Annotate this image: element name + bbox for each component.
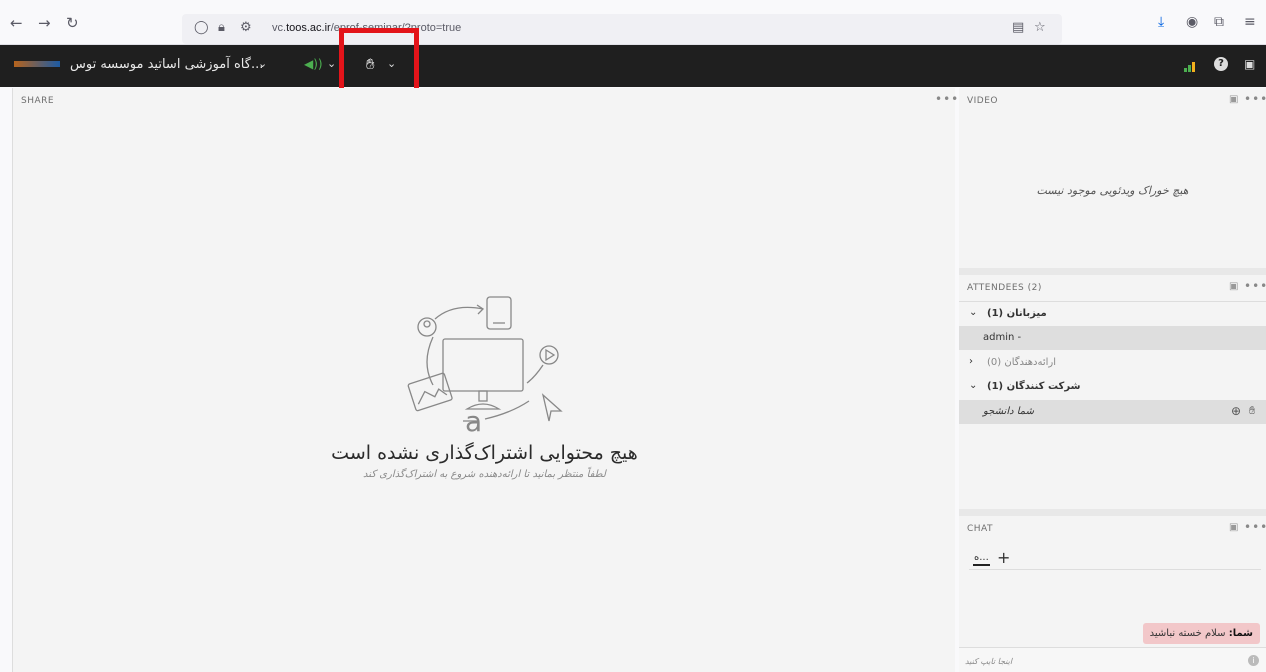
video-pod: VIDEO ▣ ••• هیچ خوراک ویدئویی موجود نیست — [959, 88, 1266, 268]
attendee-group-hosts[interactable]: ⌄ میزبانان (1) — [959, 301, 1266, 325]
more-options-icon[interactable]: ••• — [1244, 92, 1266, 106]
add-tab-icon[interactable]: + — [997, 548, 1010, 567]
connection-signal-icon[interactable] — [1184, 58, 1198, 72]
message-text: سلام خسته نباشید — [1149, 628, 1229, 639]
group-label: ارائه‌دهندگان (0) — [987, 357, 1057, 368]
browser-toolbar: ← → ↻ ◯ 🔒︎ ⚙ vc.toos.ac.ir/eprof-seminar… — [0, 0, 1266, 45]
more-options-icon[interactable]: ••• — [1244, 520, 1266, 534]
globe-icon: ⊕ — [1231, 404, 1242, 418]
logo — [14, 61, 60, 67]
fullscreen-icon[interactable]: ▣ — [1244, 57, 1255, 71]
back-arrow-icon[interactable]: ← — [10, 14, 23, 32]
right-column: VIDEO ▣ ••• هیچ خوراک ویدئویی موجود نیست… — [959, 88, 1266, 672]
chevron-down-icon[interactable]: ⌄ — [327, 57, 336, 70]
attendee-row[interactable]: شما دانشجو ⊕ ✋︎ — [959, 400, 1266, 424]
attendee-group-presenters[interactable]: › ارائه‌دهندگان (0) — [959, 351, 1266, 375]
share-pod: SHARE ••• a هیچ محتوایی اشتراک‌گذاری نشد… — [12, 88, 958, 672]
chat-input-placeholder: اینجا تایپ کنید — [965, 657, 1013, 666]
chat-tab[interactable]: ه... — [973, 552, 990, 566]
chevron-down-icon[interactable]: ⌄ — [969, 307, 977, 318]
app-header: ...گاه آموزشی اساتید موسسه توس ⌄ ◀)) ⌄ ✋… — [0, 45, 1266, 87]
maximize-icon[interactable]: ▣ — [1229, 522, 1238, 533]
empty-share-title: هیچ محتوایی اشتراک‌گذاری نشده است — [331, 442, 638, 464]
maximize-icon[interactable]: ▣ — [1229, 94, 1238, 105]
reload-icon[interactable]: ↻ — [66, 14, 79, 32]
download-icon[interactable]: ⤓ — [1158, 14, 1164, 30]
empty-share-subtitle: لطفاً منتظر بمانید تا ارائه‌دهنده شروع ب… — [363, 469, 606, 480]
attendee-group-participants[interactable]: ⌄ شرکت کنندگان (1) — [959, 375, 1266, 399]
chat-message: شما: سلام خسته نباشید — [1142, 623, 1260, 644]
chevron-right-icon[interactable]: › — [969, 356, 973, 367]
menu-icon[interactable]: ≡ — [1244, 14, 1256, 30]
pod-title: VIDEO — [967, 96, 999, 106]
extensions-icon[interactable]: ⧉ — [1214, 14, 1224, 30]
share-illustration: a — [407, 296, 563, 438]
pod-title: ATTENDEES (2) — [967, 283, 1042, 293]
maximize-icon[interactable]: ▣ — [1229, 281, 1238, 292]
lock-icon[interactable]: 🔒︎ — [218, 20, 225, 35]
account-icon[interactable]: ◉ — [1186, 14, 1198, 30]
more-options-icon[interactable]: ••• — [1244, 279, 1266, 293]
info-icon[interactable]: i — [1248, 655, 1259, 666]
pod-title: SHARE — [21, 96, 55, 106]
chevron-down-icon[interactable]: ⌄ — [258, 57, 267, 70]
group-label: میزبانان (1) — [987, 308, 1047, 319]
room-name[interactable]: ...گاه آموزشی اساتید موسسه توس — [70, 57, 263, 72]
more-options-icon[interactable]: ••• — [935, 92, 959, 106]
message-sender: شما: — [1228, 628, 1253, 639]
shield-icon[interactable]: ◯ — [194, 20, 209, 35]
url-bar[interactable]: ◯ 🔒︎ ⚙ vc.toos.ac.ir/eprof-seminar/?prot… — [182, 14, 1062, 44]
bookmark-star-icon[interactable]: ☆ — [1034, 20, 1046, 35]
chat-input[interactable]: اینجا تایپ کنید i — [959, 647, 1266, 672]
video-empty-message: هیچ خوراک ویدئویی موجود نیست — [1036, 184, 1189, 197]
chat-pod: CHAT ▣ ••• ه... + شما: سلام خسته نباشید … — [959, 516, 1266, 672]
help-icon[interactable]: ? — [1214, 57, 1228, 71]
speaker-icon[interactable]: ◀)) — [304, 57, 323, 71]
raise-hand-icon: ✋︎ — [1249, 404, 1256, 417]
pod-title: CHAT — [967, 524, 994, 534]
forward-arrow-icon[interactable]: → — [38, 14, 51, 32]
attendee-name: admin - — [983, 332, 1022, 343]
permissions-icon[interactable]: ⚙ — [240, 20, 252, 35]
divider — [969, 569, 1261, 570]
group-label: شرکت کنندگان (1) — [987, 381, 1081, 392]
reader-view-icon[interactable]: ▤ — [1012, 20, 1024, 35]
chevron-down-icon[interactable]: ⌄ — [969, 380, 977, 391]
attendees-pod: ATTENDEES (2) ▣ ••• ⌄ میزبانان (1) admin… — [959, 275, 1266, 509]
attendee-row[interactable]: admin - — [959, 326, 1266, 350]
attendee-name: شما دانشجو — [983, 406, 1034, 417]
